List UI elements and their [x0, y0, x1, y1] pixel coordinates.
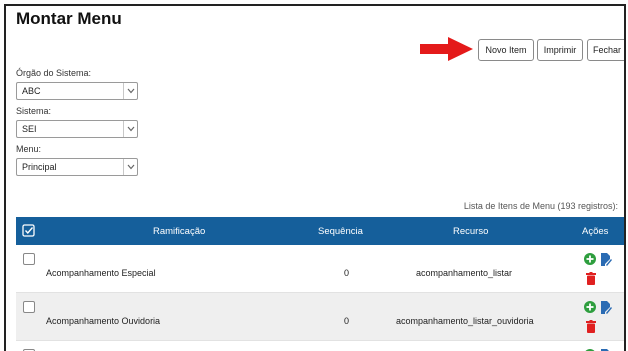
- add-circle-icon[interactable]: [584, 253, 596, 265]
- page-title: Montar Menu: [16, 9, 122, 28]
- close-button[interactable]: Fechar: [587, 39, 624, 61]
- table-header: Ramificação Sequência Recurso Ações: [16, 217, 624, 245]
- edit-icon[interactable]: [600, 301, 612, 314]
- chevron-down-icon: [123, 83, 137, 99]
- row-sequencia: 0: [344, 268, 350, 278]
- menu-items-table: Ramificação Sequência Recurso Ações Acom…: [16, 217, 624, 351]
- select-all-checkbox-icon[interactable]: [22, 224, 35, 237]
- orgao-select[interactable]: ABC: [16, 82, 138, 100]
- menu-value: Principal: [22, 162, 57, 172]
- sistema-value: SEI: [22, 124, 37, 134]
- header-acoes: Ações: [582, 226, 609, 237]
- main-frame: Montar Menu Novo Item Imprimir Fechar Ór…: [4, 4, 626, 351]
- sistema-label: Sistema:: [16, 106, 52, 116]
- header-sequencia[interactable]: Sequência: [318, 226, 363, 237]
- table-row-partial: [16, 341, 624, 351]
- menu-select[interactable]: Principal: [16, 158, 138, 176]
- new-item-button[interactable]: Novo Item: [478, 39, 534, 61]
- table-row: Acompanhamento Especial 0 acompanhamento…: [16, 245, 624, 293]
- trash-icon[interactable]: [586, 272, 596, 285]
- arrow-annotation: [420, 37, 473, 61]
- trash-icon[interactable]: [586, 320, 596, 333]
- row-ramificacao: Acompanhamento Ouvidoria: [46, 316, 161, 326]
- row-ramificacao: Acompanhamento Especial: [46, 268, 156, 278]
- print-button[interactable]: Imprimir: [537, 39, 583, 61]
- row-recurso: acompanhamento_listar_ouvidoria: [396, 316, 534, 326]
- row-checkbox[interactable]: [23, 253, 35, 265]
- row-recurso: acompanhamento_listar: [416, 268, 513, 278]
- table-row: Acompanhamento Ouvidoria 0 acompanhament…: [16, 293, 624, 341]
- header-ramificacao[interactable]: Ramificação: [153, 226, 205, 237]
- table-caption: Lista de Itens de Menu (193 registros):: [463, 201, 618, 211]
- add-circle-icon[interactable]: [584, 301, 596, 313]
- edit-icon[interactable]: [600, 253, 612, 266]
- orgao-label: Órgão do Sistema:: [16, 68, 92, 78]
- menu-label: Menu:: [16, 144, 42, 154]
- row-sequencia: 0: [344, 316, 350, 326]
- row-checkbox[interactable]: [23, 301, 35, 313]
- header-recurso[interactable]: Recurso: [453, 226, 488, 237]
- chevron-down-icon: [123, 121, 137, 137]
- chevron-down-icon: [123, 159, 137, 175]
- sistema-select[interactable]: SEI: [16, 120, 138, 138]
- orgao-value: ABC: [22, 86, 41, 96]
